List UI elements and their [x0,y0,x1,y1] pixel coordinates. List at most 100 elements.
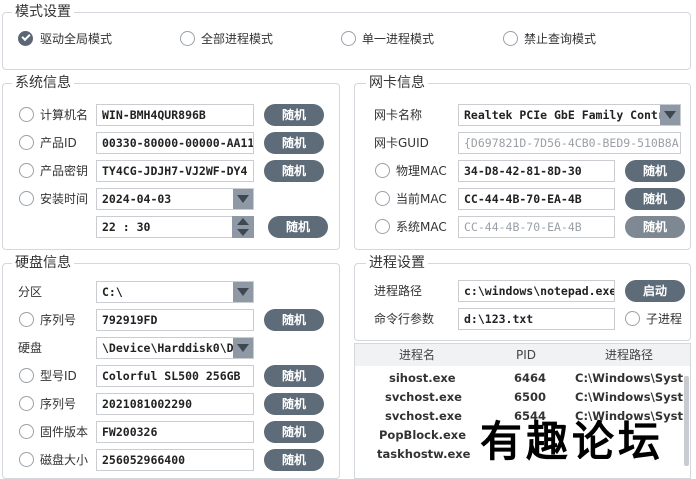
physical-mac-label: 物理MAC [396,164,447,178]
install-time-spinner[interactable]: 22 : 30 [96,216,254,238]
chevron-down-icon[interactable] [233,282,253,302]
product-id-random-button[interactable]: 随机 [264,132,324,154]
nic-name-label: 网卡名称 [374,108,423,122]
physical-mac-random-button[interactable]: 随机 [625,160,685,182]
install-date-picker[interactable]: 2024-04-03 [96,188,254,210]
row-1-pid[interactable]: 6500 [514,389,546,405]
mode-label-single-process: 单一进程模式 [362,32,435,46]
row-4-name[interactable]: taskhostw.exe [377,446,479,462]
row-0-pid[interactable]: 6464 [514,370,546,386]
computer-name-field[interactable]: WIN-BMH4QUR896B [96,104,254,126]
row-1-name[interactable]: svchost.exe [385,389,479,405]
mode-group-title: 模式设置 [12,4,74,20]
system-mac-radio[interactable] [375,219,390,234]
firmware-field[interactable]: FW200326 [96,421,254,443]
row-2-name[interactable]: svchost.exe [385,408,479,424]
spin-down-icon[interactable] [237,229,249,236]
process-path-label: 进程路径 [374,284,423,298]
column-header-name[interactable]: 进程名 [399,347,435,363]
product-id-label: 产品ID [40,136,77,150]
system-mac-random-button[interactable]: 随机 [625,216,685,238]
system-mac-field[interactable]: CC-44-4B-70-EA-4B [458,216,615,238]
column-header-pid[interactable]: PID [516,347,536,363]
row-0-path[interactable]: C:\Windows\Syster [575,370,683,386]
product-id-radio[interactable] [19,135,34,150]
volume-serial-label: 序列号 [40,313,77,327]
row-0-name[interactable]: sihost.exe [389,370,479,386]
child-process-radio[interactable] [625,311,640,326]
model-id-random-button[interactable]: 随机 [264,365,324,387]
mode-radio-single-process[interactable] [341,31,356,46]
nic-name-select[interactable]: Realtek PCIe GbE Family Controll [458,104,681,126]
partition-value: C:\ [102,285,123,299]
time-spinner-buttons[interactable] [232,216,254,238]
install-time-radio[interactable] [19,191,34,206]
row-3-name[interactable]: PopBlock.exe [379,427,479,443]
watermark-text: 有趣论坛 [480,417,665,466]
disk-size-radio[interactable] [19,452,34,467]
nic-name-value: Realtek PCIe GbE Family Controll [464,108,681,122]
disk-info-title: 硬盘信息 [12,255,74,271]
chevron-down-icon[interactable] [233,189,253,209]
firmware-label: 固件版本 [40,425,89,439]
computer-name-label: 计算机名 [40,108,89,122]
partition-select[interactable]: C:\ [96,281,254,303]
volume-serial-radio[interactable] [19,312,34,327]
disk-value: \Device\Harddisk0\DI [102,341,241,355]
mode-radio-all-process[interactable] [180,31,195,46]
disk-serial-label: 序列号 [40,397,77,411]
start-button[interactable]: 启动 [625,280,685,302]
disk-label: 硬盘 [18,341,43,355]
nic-info-title: 网卡信息 [366,75,428,91]
volume-serial-field[interactable]: 792919FD [96,309,254,331]
product-key-field[interactable]: TY4CG-JDJH7-VJ2WF-DY4 [96,160,254,182]
mode-radio-no-query[interactable] [503,31,518,46]
disk-size-field[interactable]: 256052966400 [96,449,254,471]
vertical-scrollbar[interactable] [684,376,689,466]
mode-radio-driver-global[interactable] [18,31,33,46]
model-id-label: 型号ID [40,369,77,383]
chevron-down-icon[interactable] [233,338,253,358]
nic-guid-label: 网卡GUID [374,136,429,150]
product-key-radio[interactable] [19,163,34,178]
disk-serial-radio[interactable] [19,396,34,411]
firmware-radio[interactable] [19,424,34,439]
product-key-label: 产品密钥 [40,164,89,178]
nic-guid-field[interactable]: {D697821D-7D56-4CB0-BED9-510B8A [458,132,681,154]
firmware-random-button[interactable]: 随机 [264,421,324,443]
disk-serial-field[interactable]: 2021081002290 [96,393,254,415]
model-id-field[interactable]: Colorful SL500 256GB [96,365,254,387]
product-id-field[interactable]: 00330-80000-00000-AA110 [96,132,254,154]
install-time-random-button[interactable]: 随机 [268,216,328,238]
install-time-value: 22 : 30 [102,220,151,234]
spin-up-icon[interactable] [237,218,249,225]
row-1-path[interactable]: C:\Windows\Syster [575,389,683,405]
process-group-title: 进程设置 [366,255,428,271]
disk-select[interactable]: \Device\Harddisk0\DI [96,337,254,359]
product-key-random-button[interactable]: 随机 [264,160,324,182]
mode-label-no-query: 禁止查询模式 [524,32,597,46]
model-id-radio[interactable] [19,368,34,383]
child-process-label: 子进程 [646,312,683,326]
disk-size-label: 磁盘大小 [40,453,89,467]
computer-name-random-button[interactable]: 随机 [264,104,324,126]
system-info-title: 系统信息 [12,75,74,91]
column-header-path[interactable]: 进程路径 [605,347,653,363]
cmdline-args-field[interactable]: d:\123.txt [458,308,615,330]
disk-size-random-button[interactable]: 随机 [264,449,324,471]
physical-mac-radio[interactable] [375,163,390,178]
process-path-field[interactable]: c:\windows\notepad.exe [458,280,615,302]
cmdline-args-label: 命令行参数 [374,312,435,326]
computer-name-radio[interactable] [19,107,34,122]
current-mac-field[interactable]: CC-44-4B-70-EA-4B [458,188,615,210]
partition-label: 分区 [18,285,43,299]
install-time-label: 安装时间 [40,192,89,206]
chevron-down-icon[interactable] [660,105,680,125]
current-mac-label: 当前MAC [396,192,447,206]
physical-mac-field[interactable]: 34-D8-42-81-8D-30 [458,160,615,182]
mode-label-all-process: 全部进程模式 [201,32,274,46]
volume-serial-random-button[interactable]: 随机 [264,309,324,331]
current-mac-radio[interactable] [375,191,390,206]
disk-serial-random-button[interactable]: 随机 [264,393,324,415]
current-mac-random-button[interactable]: 随机 [625,188,685,210]
